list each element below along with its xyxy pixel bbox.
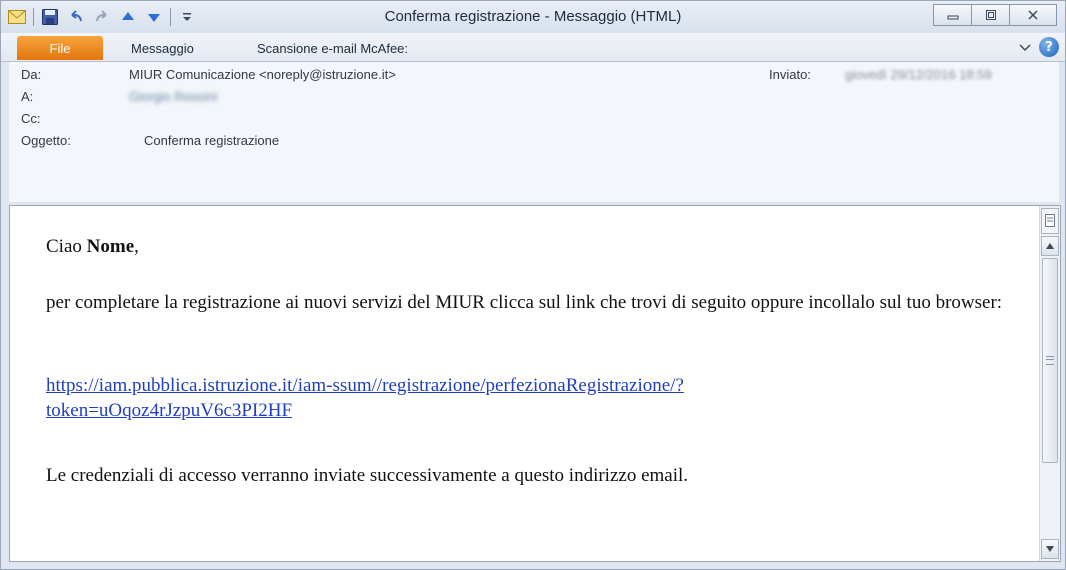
from-value[interactable]: MIUR Comunicazione <noreply@istruzione.i… (129, 67, 396, 82)
sent-label: Inviato: (769, 67, 811, 82)
greeting: Ciao Nome, (46, 234, 139, 259)
sent-value: giovedì 29/12/2016 18:59 (845, 67, 992, 82)
ribbon-right-controls: ? (1019, 37, 1059, 57)
close-icon (1028, 10, 1038, 20)
minimize-ribbon-icon[interactable] (1019, 38, 1031, 57)
scroll-thumb[interactable] (1042, 258, 1058, 463)
maximize-icon (985, 10, 996, 20)
tab-file[interactable]: File (17, 36, 103, 60)
ribbon-tabs: File Messaggio Scansione e-mail McAfee: … (1, 33, 1065, 62)
window-controls (933, 4, 1057, 26)
greeting-suffix: , (134, 236, 139, 257)
document-view-icon (1045, 214, 1055, 227)
to-label: A: (21, 89, 34, 104)
message-paragraph: per completare la registrazione ai nuovi… (46, 292, 1003, 313)
subject-value: Conferma registrazione (144, 133, 280, 148)
message-header: Da: MIUR Comunicazione <noreply@istruzio… (9, 62, 1059, 202)
tab-messaggio[interactable]: Messaggio (131, 41, 194, 56)
link-line-2[interactable]: token=uOqoz4rJzpuV6c3PI2HF (46, 400, 292, 421)
minimize-icon (947, 15, 958, 20)
close-button[interactable] (1009, 4, 1057, 26)
from-label: Da: (21, 67, 42, 82)
to-value[interactable]: Giorgio Rossini (129, 89, 217, 104)
message-body[interactable]: Ciao Nome, per completare la registrazio… (9, 205, 1061, 562)
minimize-button[interactable] (933, 4, 971, 26)
vertical-scrollbar[interactable] (1039, 206, 1060, 561)
maximize-button[interactable] (971, 4, 1009, 26)
closing-paragraph: Le credenziali di accesso verranno invia… (46, 465, 689, 486)
tab-mcafee-scan[interactable]: Scansione e-mail McAfee: (257, 41, 408, 56)
cc-label: Cc: (21, 111, 41, 126)
greeting-name: Nome (86, 236, 135, 257)
link-line-1[interactable]: https://iam.pubblica.istruzione.it/iam-s… (46, 375, 684, 396)
window-title: Conferma registrazione - Messaggio (HTML… (384, 8, 682, 25)
scroll-down-icon (1046, 546, 1054, 552)
scroll-down-button[interactable] (1041, 539, 1059, 559)
registration-link[interactable]: https://iam.pubblica.istruzione.it/iam-s… (46, 373, 1006, 423)
scroll-grip-icon (1046, 356, 1054, 365)
scroll-up-icon (1046, 243, 1054, 249)
view-toggle-button[interactable] (1041, 208, 1059, 234)
message-window: Conferma registrazione - Messaggio (HTML… (0, 0, 1066, 570)
scroll-up-button[interactable] (1041, 236, 1059, 256)
greeting-prefix: Ciao (46, 236, 87, 257)
help-icon[interactable]: ? (1039, 37, 1059, 57)
subject-label: Oggetto: (21, 133, 71, 148)
title-bar: Conferma registrazione - Messaggio (HTML… (1, 1, 1065, 33)
